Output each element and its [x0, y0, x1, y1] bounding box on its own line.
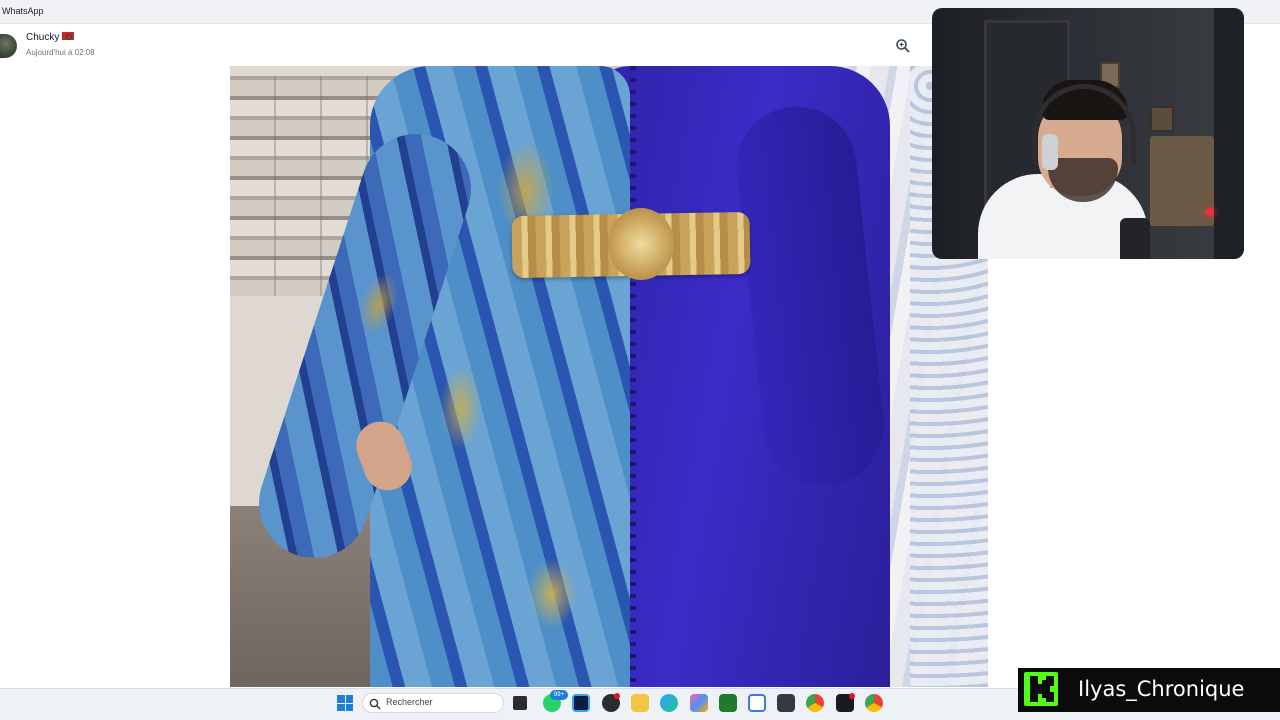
search-icon — [369, 697, 381, 710]
app-title: WhatsApp — [2, 6, 44, 16]
kick-icon — [1024, 672, 1058, 706]
chrome-icon[interactable] — [806, 694, 824, 712]
webcam-led — [1206, 208, 1214, 216]
webcam-overlay — [932, 8, 1244, 259]
message-timestamp: Aujourd'hui à 02:08 — [26, 48, 95, 57]
photoshop-icon[interactable] — [572, 694, 590, 712]
webcam-shelf — [1150, 136, 1214, 226]
app-icon[interactable] — [719, 694, 737, 712]
headset-earcup — [1042, 134, 1058, 170]
copilot-icon[interactable] — [690, 694, 708, 712]
task-view-icon[interactable] — [513, 696, 527, 710]
start-icon[interactable] — [337, 695, 353, 711]
taskbar-search-box[interactable] — [362, 693, 504, 713]
media-image[interactable] — [230, 66, 988, 687]
edge-icon[interactable] — [660, 694, 678, 712]
microphone-icon — [1120, 218, 1150, 259]
whatsapp-badge: 99+ — [550, 690, 568, 700]
chrome-icon[interactable] — [865, 694, 883, 712]
notification-dot — [849, 693, 855, 699]
notification-dot — [614, 693, 620, 699]
contact-name: Chucky — [26, 32, 60, 43]
search-placeholder: Rechercher — [386, 697, 433, 707]
contact-name-row: Chucky — [26, 32, 75, 43]
zoom-in-button[interactable] — [895, 38, 911, 54]
webcam-picture-frame — [1150, 106, 1174, 132]
morocco-flag-icon — [62, 32, 75, 40]
zoom-in-icon — [896, 39, 910, 53]
file-explorer-icon[interactable] — [631, 694, 649, 712]
belt-buckle — [608, 208, 674, 280]
streamer-name: Ilyas_Chronique — [1078, 677, 1245, 701]
dress-buttons — [630, 66, 636, 687]
snipping-tool-icon[interactable] — [748, 694, 766, 712]
app-icon[interactable] — [777, 694, 795, 712]
screen: WhatsApp Chucky Aujourd'hui à 02:08 Rech… — [0, 0, 1280, 720]
webcam-wall — [1214, 8, 1244, 259]
